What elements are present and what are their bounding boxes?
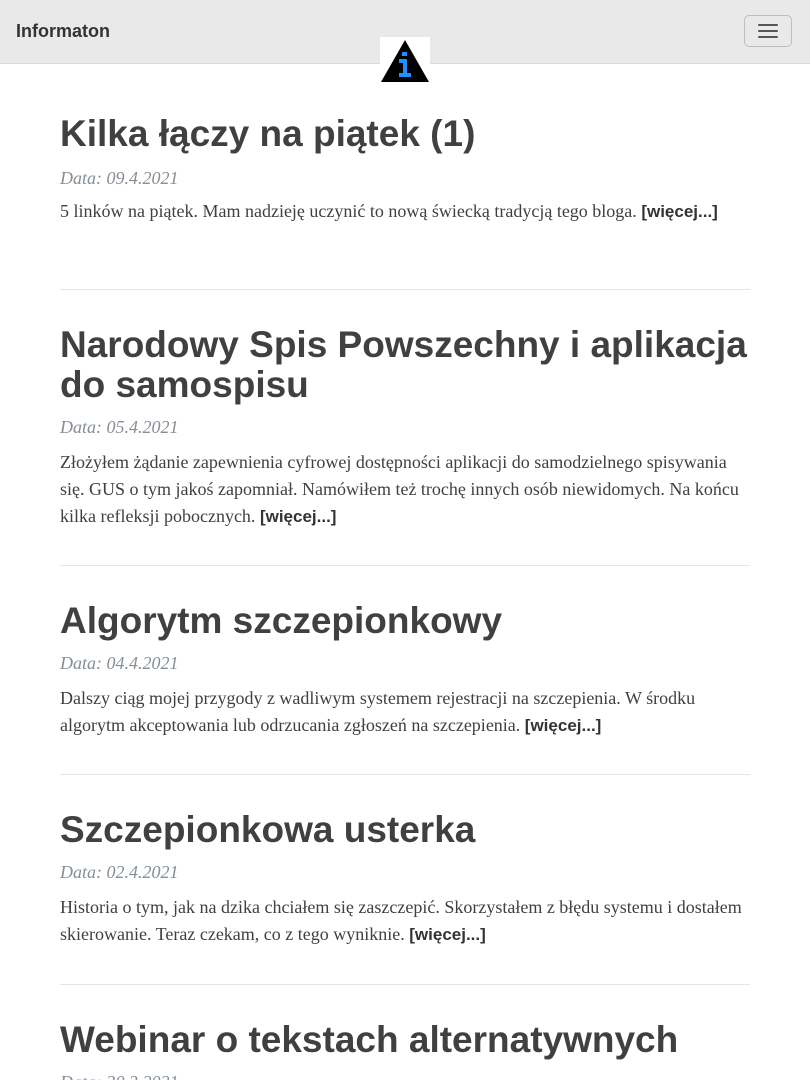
read-more-link[interactable]: [więcej...] — [260, 507, 337, 526]
post-excerpt: Dalszy ciąg mojej przygody z wadliwym sy… — [60, 685, 750, 739]
post-title-link[interactable]: Kilka łączy na piątek (1) — [60, 114, 750, 154]
read-more-link[interactable]: [więcej...] — [641, 202, 718, 221]
post-excerpt: 5 linków na piątek. Mam nadzieję uczynić… — [60, 198, 750, 225]
brand-link[interactable]: Informaton — [16, 20, 110, 42]
post-excerpt-text: Historia o tym, jak na dzika chciałem si… — [60, 897, 742, 944]
post-preview: Webinar o tekstach alternatywnych Data: … — [60, 1020, 750, 1080]
read-more-link[interactable]: [więcej...] — [525, 716, 602, 735]
post-preview: Narodowy Spis Powszechny i aplikacja do … — [60, 325, 750, 530]
post-preview: Kilka łączy na piątek (1) Data: 09.4.202… — [60, 114, 750, 225]
post-excerpt: Historia o tym, jak na dzika chciałem si… — [60, 894, 750, 948]
post-title-link[interactable]: Szczepionkowa usterka — [60, 810, 750, 850]
post-divider — [60, 289, 750, 290]
info-triangle-icon[interactable] — [380, 37, 430, 83]
post-divider — [60, 984, 750, 985]
post-date: Data: 30.3.2021 — [60, 1071, 750, 1080]
post-excerpt-text: 5 linków na piątek. Mam nadzieję uczynić… — [60, 201, 637, 221]
post-divider — [60, 565, 750, 566]
post-title-link[interactable]: Narodowy Spis Powszechny i aplikacja do … — [60, 325, 750, 405]
post-preview: Szczepionkowa usterka Data: 02.4.2021 Hi… — [60, 810, 750, 948]
hamburger-menu-icon-bar — [758, 30, 778, 32]
post-excerpt-text: Złożyłem żądanie zapewnienia cyfrowej do… — [60, 452, 739, 526]
post-title-link[interactable]: Algorytm szczepionkowy — [60, 601, 750, 641]
post-excerpt: Złożyłem żądanie zapewnienia cyfrowej do… — [60, 449, 750, 530]
hamburger-menu-icon — [758, 24, 778, 26]
post-preview: Algorytm szczepionkowy Data: 04.4.2021 D… — [60, 601, 750, 739]
post-date: Data: 02.4.2021 — [60, 862, 179, 882]
hamburger-menu-icon-bar — [758, 36, 778, 38]
post-date: Data: 04.4.2021 — [60, 653, 179, 673]
post-date: Data: 09.4.2021 — [60, 168, 179, 188]
menu-toggle-button[interactable] — [744, 15, 792, 47]
post-divider — [60, 774, 750, 775]
post-date: Data: 05.4.2021 — [60, 417, 179, 437]
read-more-link[interactable]: [więcej...] — [409, 925, 486, 944]
post-title-link[interactable]: Webinar o tekstach alternatywnych — [60, 1020, 750, 1060]
